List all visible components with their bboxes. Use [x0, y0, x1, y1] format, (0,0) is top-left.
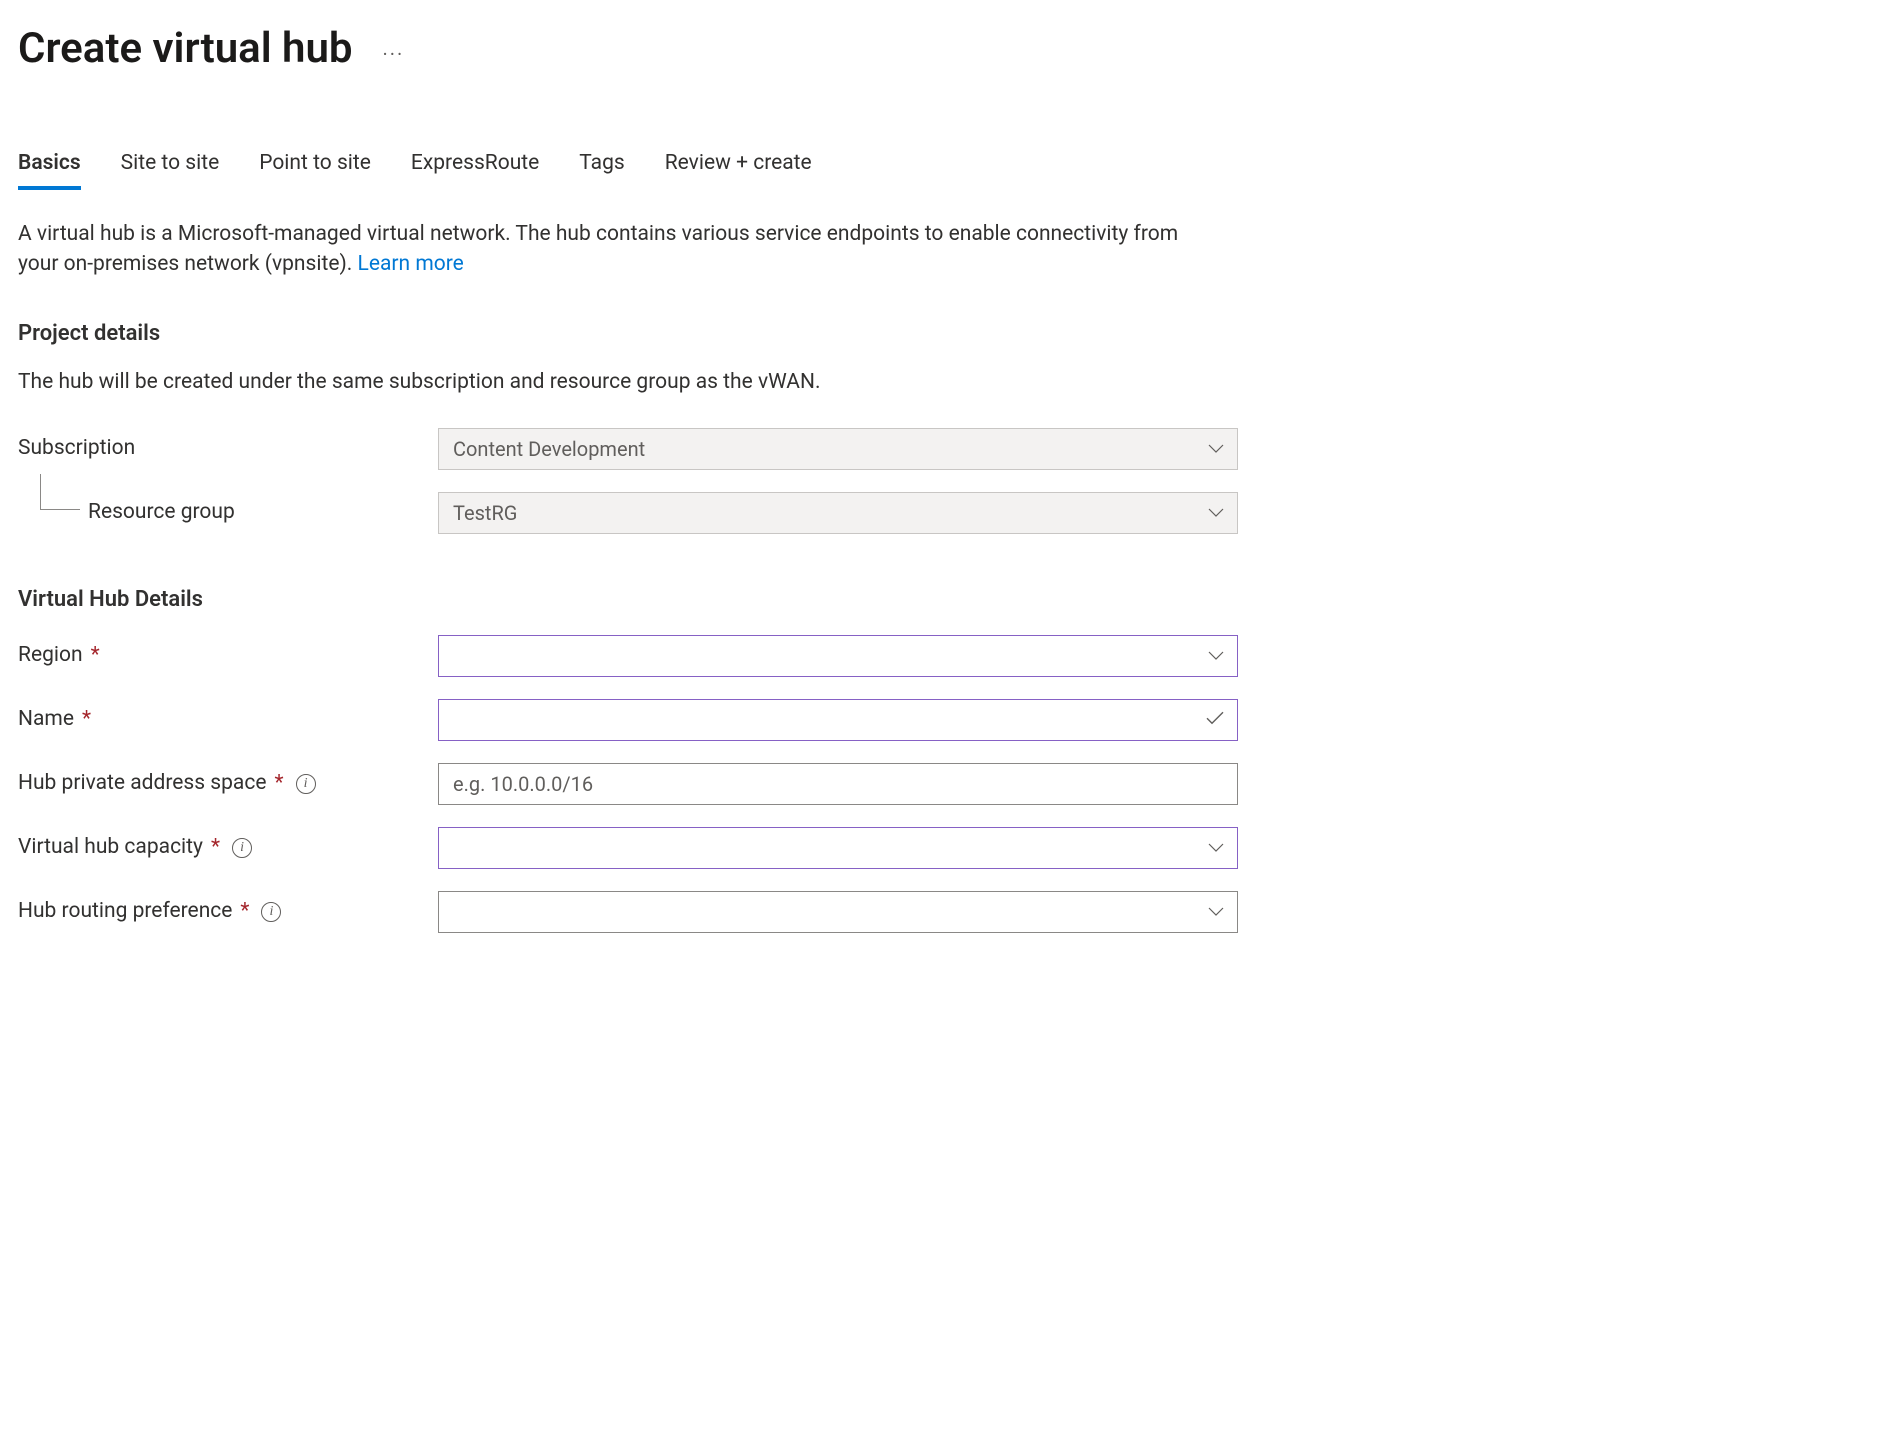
address-space-row: Hub private address space * i	[18, 762, 1863, 806]
tab-tags[interactable]: Tags	[579, 149, 624, 190]
name-row: Name *	[18, 698, 1863, 742]
capacity-label-text: Virtual hub capacity	[18, 833, 203, 862]
tab-description: A virtual hub is a Microsoft-managed vir…	[18, 220, 1218, 279]
name-input[interactable]	[438, 699, 1238, 741]
tab-basics[interactable]: Basics	[18, 149, 81, 190]
region-row: Region *	[18, 634, 1863, 678]
capacity-row: Virtual hub capacity * i	[18, 826, 1863, 870]
project-details-subtext: The hub will be created under the same s…	[18, 368, 1863, 397]
tab-review-create[interactable]: Review + create	[665, 149, 812, 190]
info-icon[interactable]: i	[232, 838, 252, 858]
routing-preference-row: Hub routing preference * i	[18, 890, 1863, 934]
required-asterisk: *	[91, 641, 100, 670]
region-label-text: Region	[18, 641, 83, 670]
routing-preference-select[interactable]	[438, 891, 1238, 933]
subscription-row: Subscription	[18, 427, 1863, 471]
required-asterisk: *	[240, 897, 249, 926]
more-actions-button[interactable]: ···	[383, 30, 405, 68]
address-space-label: Hub private address space * i	[18, 769, 438, 798]
resource-group-label: Resource group	[18, 498, 438, 527]
tab-expressroute[interactable]: ExpressRoute	[411, 149, 539, 190]
required-asterisk: *	[274, 769, 283, 798]
name-label-text: Name	[18, 705, 74, 734]
tab-strip: Basics Site to site Point to site Expres…	[18, 149, 1863, 190]
required-asterisk: *	[211, 833, 220, 862]
title-row: Create virtual hub ···	[18, 20, 1863, 79]
tab-point-to-site[interactable]: Point to site	[259, 149, 371, 190]
tab-site-to-site[interactable]: Site to site	[121, 149, 220, 190]
resource-group-row: Resource group	[18, 491, 1863, 535]
info-icon[interactable]: i	[296, 774, 316, 794]
routing-preference-label-text: Hub routing preference	[18, 897, 232, 926]
description-text: A virtual hub is a Microsoft-managed vir…	[18, 222, 1178, 275]
tree-connector-icon	[40, 474, 80, 510]
info-icon[interactable]: i	[261, 902, 281, 922]
subscription-label: Subscription	[18, 434, 438, 463]
address-space-input[interactable]	[438, 763, 1238, 805]
region-select[interactable]	[438, 635, 1238, 677]
required-asterisk: *	[82, 705, 91, 734]
project-details-heading: Project details	[18, 319, 1863, 350]
name-label: Name *	[18, 705, 438, 734]
resource-group-select[interactable]	[438, 492, 1238, 534]
virtual-hub-details-heading: Virtual Hub Details	[18, 585, 1863, 616]
capacity-label: Virtual hub capacity * i	[18, 833, 438, 862]
learn-more-link[interactable]: Learn more	[358, 252, 464, 276]
region-label: Region *	[18, 641, 438, 670]
resource-group-label-text: Resource group	[88, 498, 235, 527]
create-virtual-hub-page: Create virtual hub ··· Basics Site to si…	[0, 0, 1881, 994]
subscription-label-text: Subscription	[18, 434, 135, 463]
address-space-label-text: Hub private address space	[18, 769, 266, 798]
page-title: Create virtual hub	[18, 20, 353, 79]
subscription-select[interactable]	[438, 428, 1238, 470]
routing-preference-label: Hub routing preference * i	[18, 897, 438, 926]
capacity-select[interactable]	[438, 827, 1238, 869]
